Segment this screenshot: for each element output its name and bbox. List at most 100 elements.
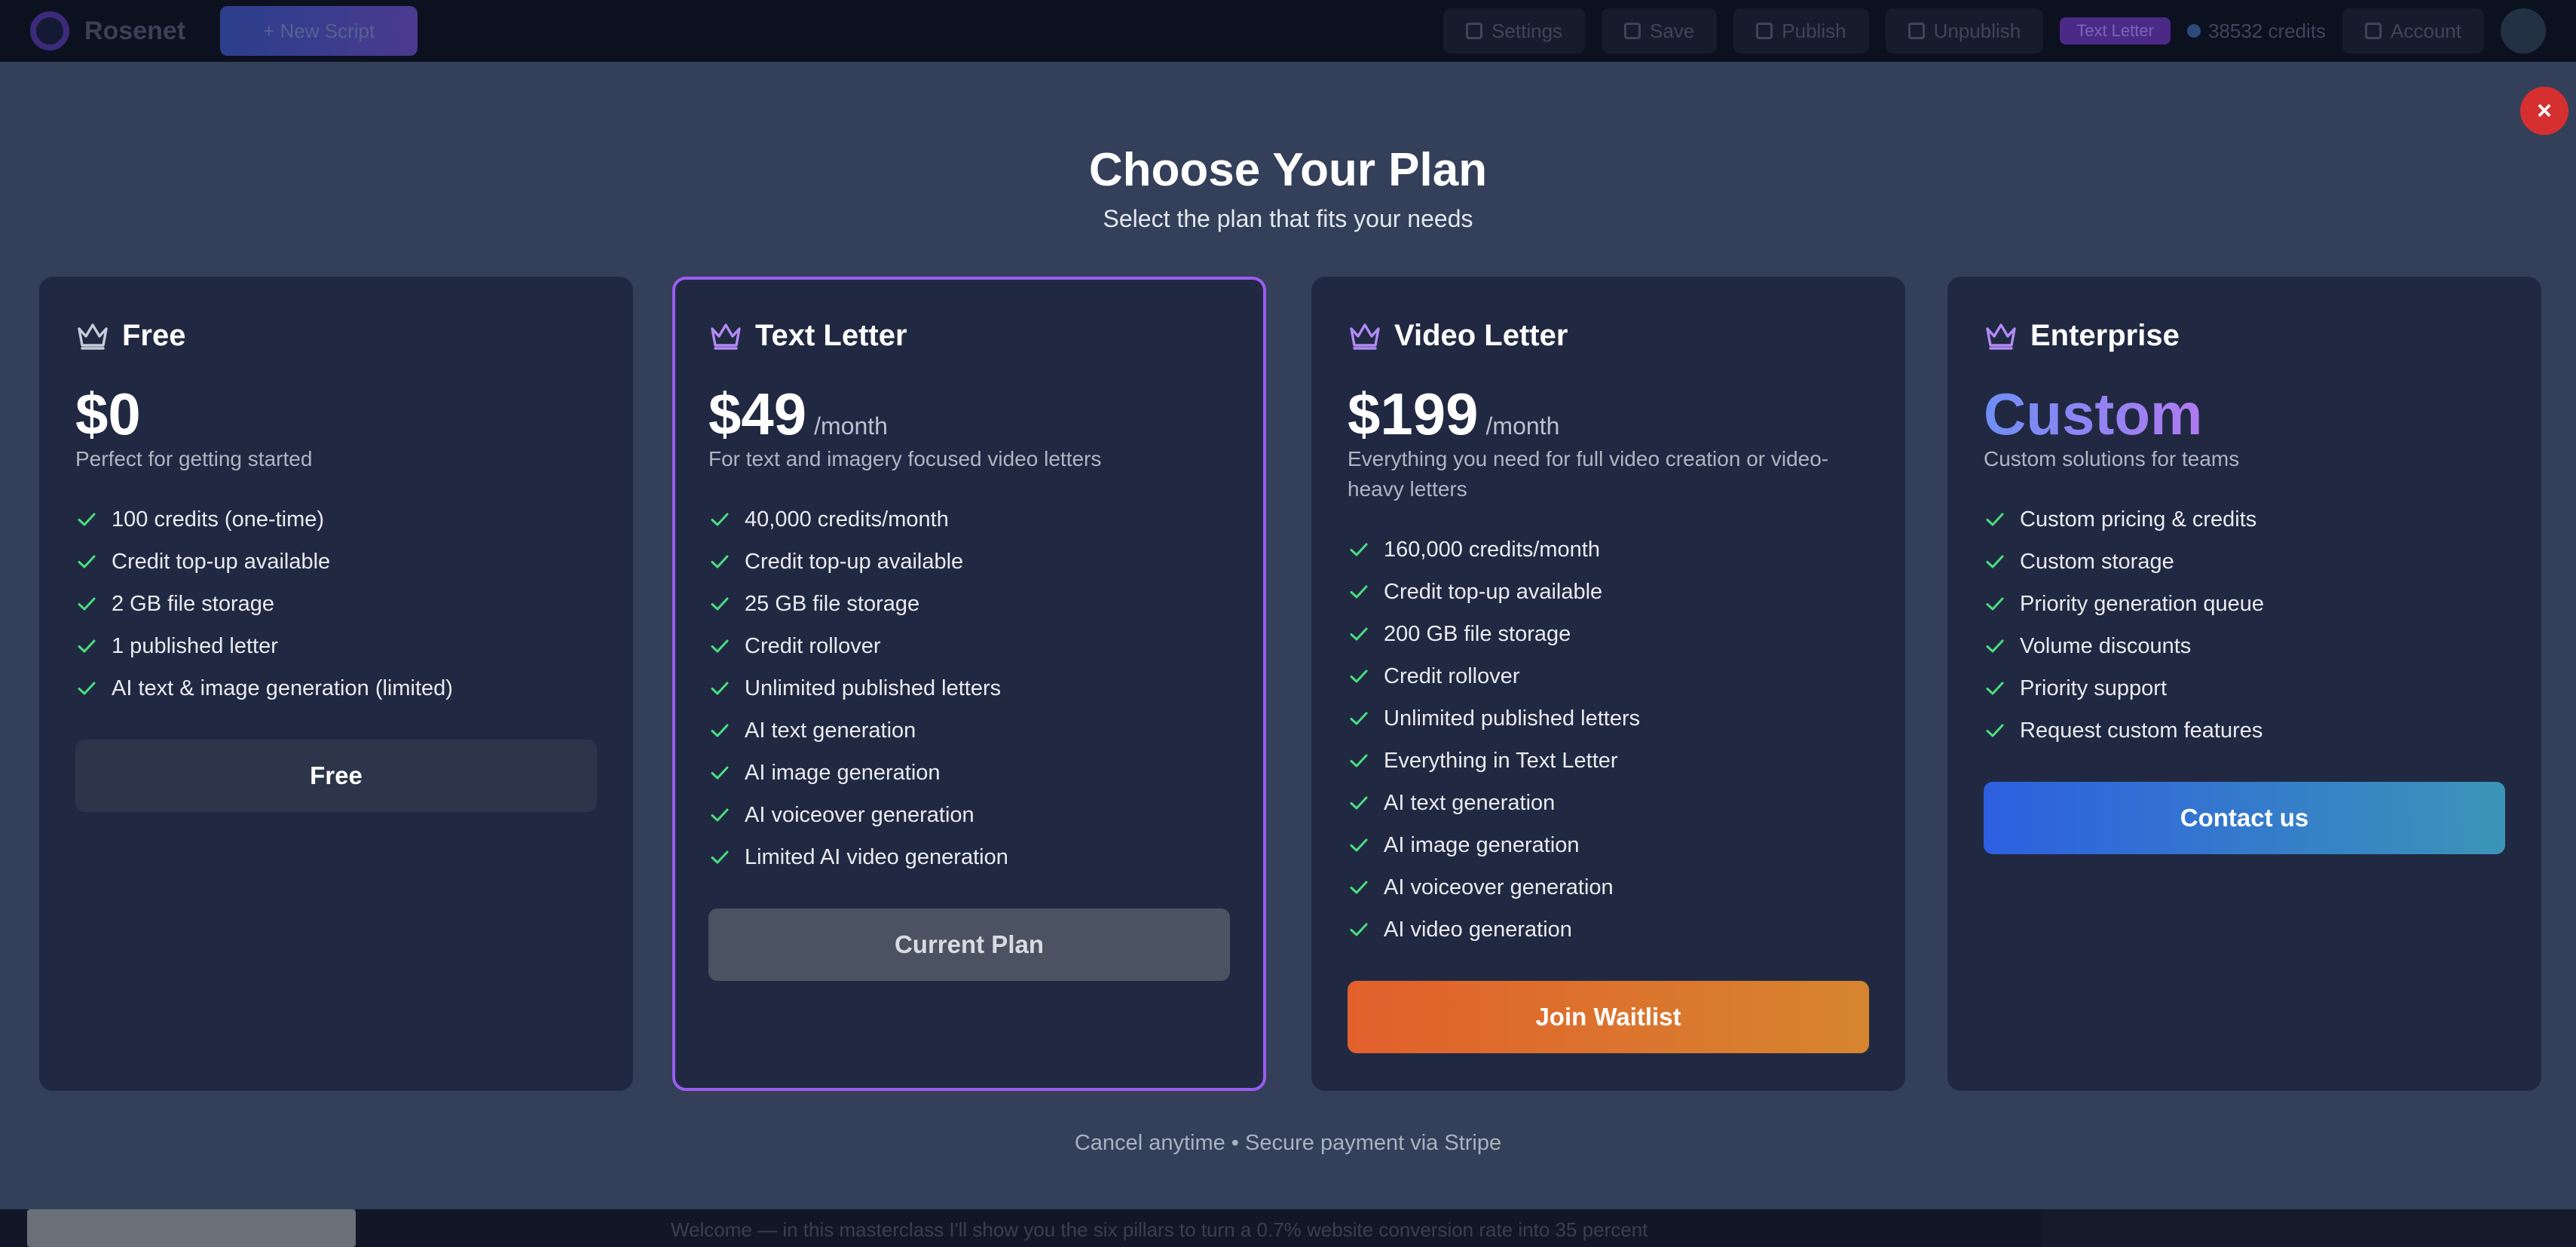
- feature-label: Credit top-up available: [1384, 579, 1603, 604]
- check-icon: [711, 850, 729, 864]
- feature-item: Volume discounts: [1984, 625, 2505, 667]
- check-icon: [1986, 682, 2004, 695]
- check-icon: [1350, 669, 1368, 683]
- feature-item: 1 published letter: [75, 625, 597, 667]
- credits-label: 38532 credits: [2207, 19, 2327, 42]
- feature-item: Custom storage: [1984, 541, 2505, 583]
- check-icon: [1350, 627, 1368, 641]
- check-icon: [1986, 639, 2004, 653]
- feature-item: Credit top-up available: [1348, 571, 1869, 613]
- check-icon: [711, 555, 729, 568]
- unpublish-label: Unpublish: [1933, 19, 2021, 42]
- feature-item: Credit rollover: [1348, 655, 1869, 697]
- check-icon: [1350, 543, 1368, 556]
- publish-label: Publish: [1782, 19, 1846, 42]
- current-plan-button[interactable]: Current Plan: [708, 908, 1230, 981]
- feature-item: AI text & image generation (limited): [75, 667, 597, 709]
- plan-price: $0: [75, 381, 141, 447]
- upload-icon: [1756, 23, 1773, 39]
- feature-label: Credit rollover: [745, 633, 881, 658]
- unpublish-button[interactable]: Unpublish: [1885, 8, 2044, 54]
- check-icon: [1350, 881, 1368, 894]
- new-script-button[interactable]: + New Script: [220, 6, 418, 56]
- price-row: $49/month: [708, 384, 1230, 444]
- thumbnail[interactable]: [27, 1209, 356, 1247]
- publish-button[interactable]: Publish: [1733, 8, 1869, 54]
- plan-header: Free: [75, 316, 597, 355]
- check-icon: [1350, 923, 1368, 936]
- save-icon: [1624, 23, 1641, 39]
- check-icon: [1986, 555, 2004, 568]
- feature-item: Unlimited published letters: [708, 667, 1230, 709]
- account-button[interactable]: Account: [2342, 8, 2484, 54]
- feature-item: Credit top-up available: [708, 541, 1230, 583]
- account-label: Account: [2391, 19, 2461, 42]
- feature-label: AI text generation: [1384, 790, 1556, 815]
- feature-label: Priority generation queue: [2020, 591, 2265, 616]
- feature-list: 100 credits (one-time) Credit top-up avai…: [75, 498, 597, 709]
- price-row: Custom: [1984, 384, 2505, 444]
- user-icon: [2365, 23, 2382, 39]
- plan-name: Text Letter: [755, 318, 907, 352]
- save-button[interactable]: Save: [1602, 8, 1718, 54]
- feature-label: Limited AI video generation: [745, 844, 1008, 869]
- avatar[interactable]: [2501, 8, 2546, 54]
- feature-label: 40,000 credits/month: [745, 507, 949, 532]
- top-nav: Settings Save Publish Unpublish Text Let…: [1443, 8, 2546, 54]
- close-icon[interactable]: ×: [2520, 87, 2568, 135]
- plan-badge[interactable]: Text Letter: [2060, 17, 2171, 44]
- feature-label: Custom storage: [2020, 549, 2174, 574]
- check-icon: [711, 513, 729, 526]
- feature-item: AI voiceover generation: [1348, 866, 1869, 908]
- feature-label: AI text & image generation (limited): [112, 676, 453, 700]
- gear-icon: [1466, 23, 1483, 39]
- check-icon: [1350, 585, 1368, 599]
- plan-header: Text Letter: [708, 316, 1230, 355]
- settings-button[interactable]: Settings: [1443, 8, 1586, 54]
- plan-header: Video Letter: [1348, 316, 1869, 355]
- app-brand: Rosenet: [84, 16, 186, 45]
- feature-label: 25 GB file storage: [745, 591, 920, 616]
- payment-note: Cancel anytime • Secure payment via Stri…: [1074, 1131, 1502, 1155]
- check-icon: [1986, 597, 2004, 611]
- plan-card-enterprise: Enterprise Custom Custom solutions for tea…: [1947, 277, 2541, 1091]
- check-icon: [711, 724, 729, 737]
- feature-label: Credit top-up available: [112, 549, 331, 574]
- price-row: $199/month: [1348, 384, 1869, 444]
- feature-label: Unlimited published letters: [745, 676, 1002, 700]
- feature-item: Credit top-up available: [75, 541, 597, 583]
- feature-item: 100 credits (one-time): [75, 498, 597, 541]
- feature-label: AI voiceover generation: [1384, 875, 1614, 899]
- plan-card-video-letter: Video Letter $199/month Everything you nee…: [1311, 277, 1905, 1091]
- feature-label: AI text generation: [745, 718, 916, 743]
- feature-list: 40,000 credits/month Credit top-up availa…: [708, 498, 1230, 878]
- feature-label: AI image generation: [745, 760, 941, 785]
- check-icon: [1350, 712, 1368, 725]
- join-waitlist-button[interactable]: Join Waitlist: [1348, 981, 1869, 1053]
- feature-item: 25 GB file storage: [708, 583, 1230, 625]
- feature-label: Request custom features: [2020, 718, 2263, 743]
- feature-item: Custom pricing & credits: [1984, 498, 2505, 541]
- check-icon: [711, 639, 729, 653]
- feature-item: AI image generation: [1348, 824, 1869, 866]
- check-icon: [711, 597, 729, 611]
- check-icon: [1350, 838, 1368, 852]
- modal-title: Choose Your Plan: [1088, 144, 1488, 196]
- feature-item: Priority generation queue: [1984, 583, 2505, 625]
- free-plan-button[interactable]: Free: [75, 740, 597, 812]
- contact-us-button[interactable]: Contact us: [1984, 782, 2505, 854]
- app-logo-icon: [30, 11, 69, 51]
- feature-label: Priority support: [2020, 676, 2168, 700]
- feature-item: Credit rollover: [708, 625, 1230, 667]
- plan-name: Free: [122, 318, 186, 352]
- feature-label: AI image generation: [1384, 832, 1580, 857]
- plan-card-free: Free $0 Perfect for getting started 100 cre…: [39, 277, 633, 1091]
- feature-item: Priority support: [1984, 667, 2505, 709]
- feature-item: Unlimited published letters: [1348, 697, 1869, 740]
- feature-item: Limited AI video generation: [708, 836, 1230, 878]
- plan-description: Perfect for getting started: [75, 447, 313, 470]
- app-top-bar: Rosenet + New Script Settings Save Publi…: [0, 0, 2576, 62]
- settings-label: Settings: [1491, 19, 1563, 42]
- save-label: Save: [1650, 19, 1695, 42]
- feature-label: Everything in Text Letter: [1384, 748, 1618, 773]
